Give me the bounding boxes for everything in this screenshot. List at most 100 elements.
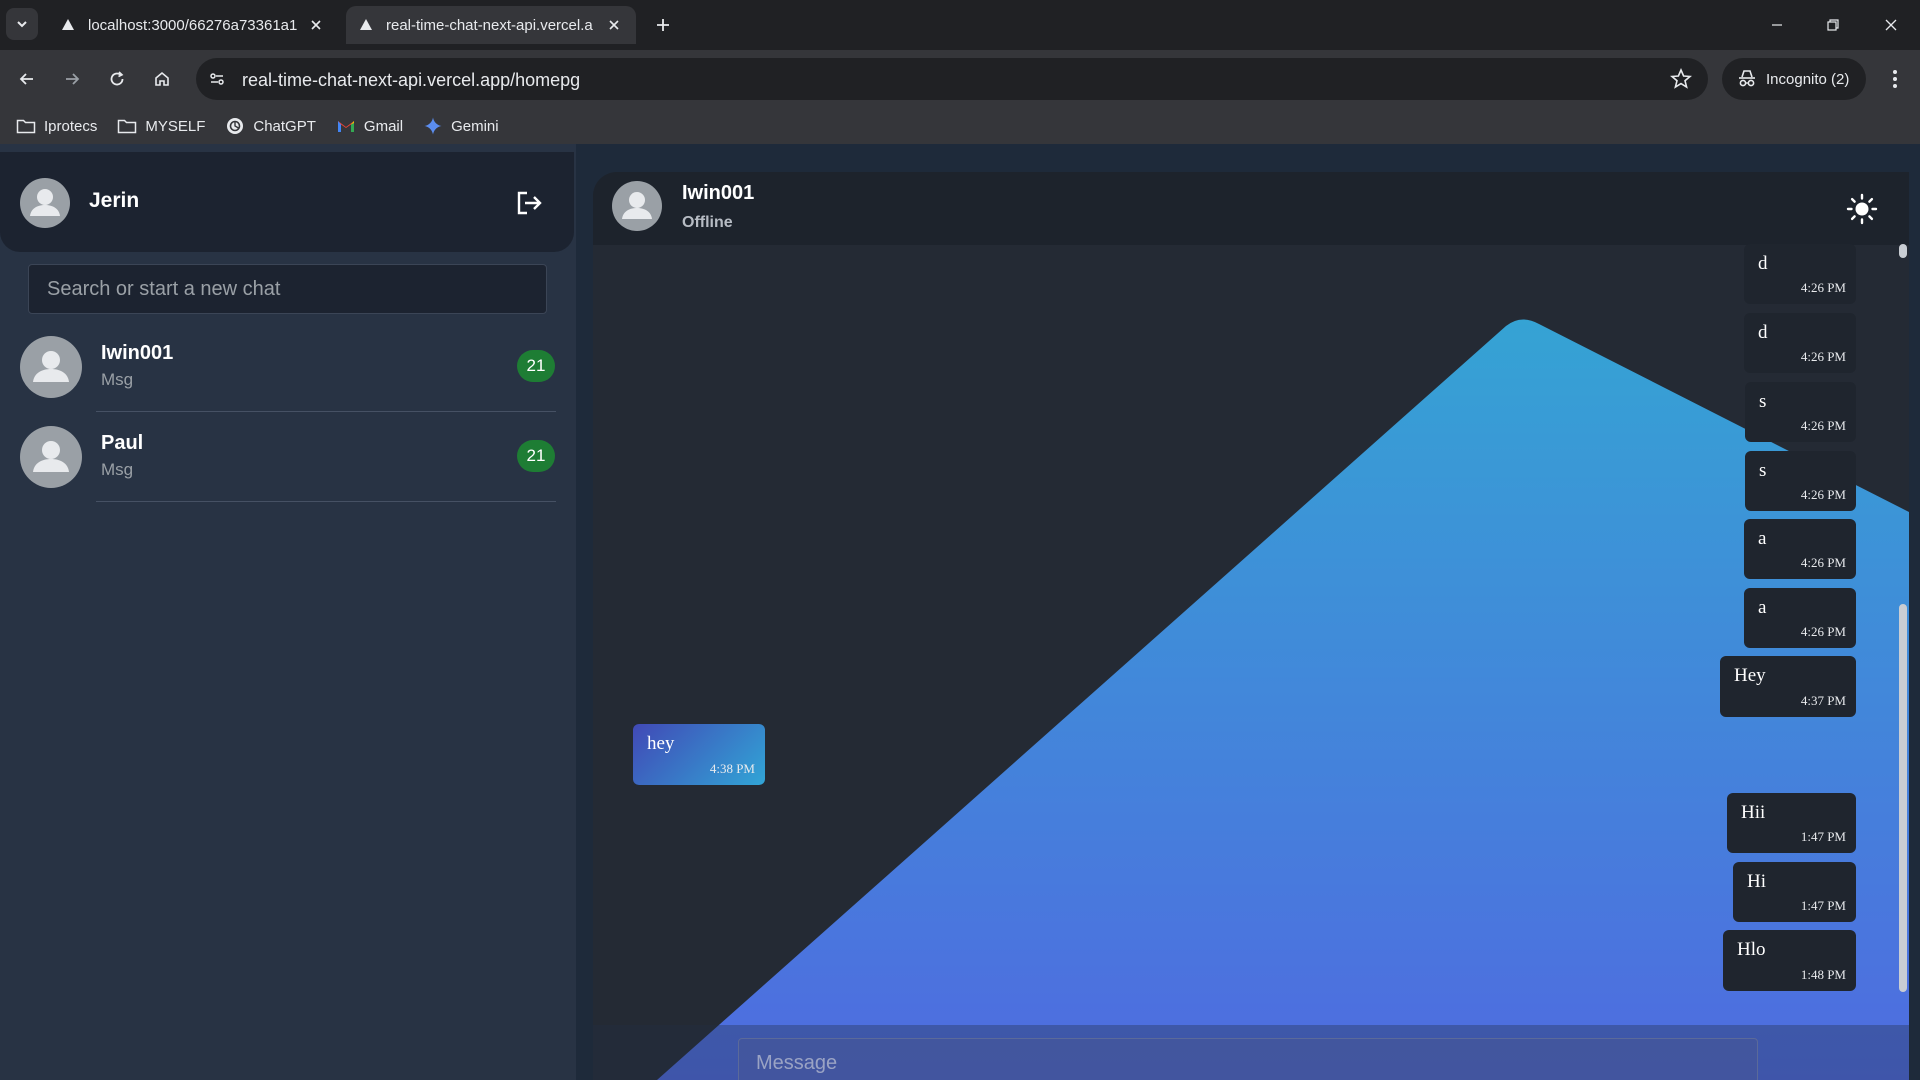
sidebar: Jerin Iwin001 Msg 21 Paul Msg 21 [0, 144, 576, 1080]
bookmark-myself[interactable]: MYSELF [117, 116, 205, 136]
peer-avatar[interactable] [612, 181, 662, 231]
message-time: 4:26 PM [1800, 624, 1846, 639]
tab-title: real-time-chat-next-api.vercel.a [386, 16, 593, 34]
tab-title: localhost:3000/66276a73361a1 [88, 16, 298, 34]
user-avatar[interactable] [20, 178, 70, 228]
message-text: Hi [1747, 871, 1766, 892]
tab-search-button[interactable] [6, 8, 38, 40]
contact-avatar [20, 426, 82, 488]
tab-close-icon[interactable] [306, 15, 326, 35]
home-icon [155, 71, 169, 86]
unread-badge: 21 [517, 350, 555, 382]
bookmarks-bar: Iprotecs MYSELF ChatGPT Gmail Gemini [0, 108, 1920, 144]
plus-icon [657, 19, 669, 31]
scrollbar-top[interactable] [1899, 244, 1907, 258]
message-bubble-incoming[interactable]: hey 4:38 PM [633, 724, 765, 785]
gmail-icon [336, 116, 356, 136]
message-bubble-outgoing[interactable]: d 4:26 PM [1744, 313, 1856, 373]
arrow-right-icon [66, 73, 80, 85]
gemini-icon [423, 116, 443, 136]
message-text: s [1759, 460, 1767, 481]
address-bar[interactable]: real-time-chat-next-api.vercel.app/homep… [196, 58, 1708, 100]
forward-button[interactable] [55, 62, 89, 96]
restore-button[interactable] [1810, 0, 1856, 50]
chevron-down-icon [17, 21, 27, 28]
bookmark-iprotecs[interactable]: Iprotecs [16, 116, 97, 136]
tab-strip: localhost:3000/66276a73361a1 real-time-c… [0, 0, 1920, 50]
logout-icon[interactable] [514, 188, 544, 218]
message-text: Hey [1734, 665, 1766, 686]
tab-close-icon[interactable] [604, 15, 624, 35]
message-composer [593, 1025, 1909, 1080]
message-time: 4:26 PM [1800, 418, 1846, 433]
message-input[interactable] [738, 1038, 1758, 1080]
bookmark-gemini[interactable]: Gemini [423, 116, 499, 136]
contact-last-message: Msg [101, 460, 134, 479]
message-bubble-outgoing[interactable]: Hii 1:47 PM [1727, 793, 1856, 853]
bookmark-label: Gemini [451, 117, 499, 135]
person-icon [33, 351, 69, 382]
message-text: d [1758, 322, 1768, 343]
message-text: d [1758, 253, 1768, 274]
message-bubble-outgoing[interactable]: Hlo 1:48 PM [1723, 930, 1856, 991]
url-text[interactable]: real-time-chat-next-api.vercel.app/homep… [242, 70, 580, 91]
browser-menu-button[interactable] [1880, 62, 1910, 96]
message-text: Hlo [1737, 939, 1766, 960]
browser-toolbar: real-time-chat-next-api.vercel.app/homep… [0, 50, 1920, 108]
message-bubble-outgoing[interactable]: a 4:26 PM [1744, 519, 1856, 579]
scrollbar-thumb[interactable] [1899, 604, 1907, 992]
contact-last-message: Msg [101, 370, 134, 389]
message-time: 1:48 PM [1800, 967, 1846, 982]
message-bubble-outgoing[interactable]: a 4:26 PM [1744, 588, 1856, 648]
bookmark-gmail[interactable]: Gmail [336, 116, 403, 136]
contact-item-paul[interactable]: Paul Msg 21 [0, 412, 576, 502]
message-text: s [1759, 391, 1767, 412]
site-info-icon[interactable] [206, 68, 228, 90]
message-time: 4:26 PM [1800, 555, 1846, 570]
chat-panel: Iwin001 Offline d 4:26 PM d 4:26 PM s 4:… [593, 172, 1909, 1080]
tab-localhost[interactable]: localhost:3000/66276a73361a1 [48, 6, 338, 44]
folder-icon [117, 116, 137, 136]
back-button[interactable] [10, 62, 44, 96]
contact-avatar [20, 336, 82, 398]
message-text: Hii [1741, 802, 1766, 823]
chat-header: Iwin001 Offline [593, 172, 1909, 245]
minimize-button[interactable] [1754, 0, 1800, 50]
more-vertical-icon [1893, 70, 1897, 88]
arrow-left-icon [19, 73, 33, 85]
chat-app: Jerin Iwin001 Msg 21 Paul Msg 21 [0, 144, 1920, 1080]
message-bubble-outgoing[interactable]: Hey 4:37 PM [1720, 656, 1856, 717]
bookmark-label: Gmail [363, 117, 404, 135]
message-bubble-outgoing[interactable]: s 4:26 PM [1745, 382, 1856, 442]
message-text: a [1758, 597, 1767, 618]
person-icon [33, 441, 69, 472]
current-user-name: Jerin [89, 189, 140, 212]
bookmark-label: MYSELF [145, 117, 206, 135]
incognito-icon [1739, 70, 1755, 87]
bookmark-star-icon[interactable] [1670, 68, 1692, 90]
contact-name: Paul [101, 432, 144, 454]
home-button[interactable] [145, 62, 179, 96]
reload-button[interactable] [100, 62, 134, 96]
message-time: 4:38 PM [709, 761, 755, 776]
bookmark-chatgpt[interactable]: ChatGPT [225, 116, 316, 136]
incognito-indicator[interactable]: Incognito (2) [1722, 58, 1866, 100]
message-time: 1:47 PM [1800, 898, 1846, 913]
sun-icon[interactable] [1845, 192, 1879, 226]
close-window-button[interactable] [1868, 0, 1914, 50]
tab-real-time-chat[interactable]: real-time-chat-next-api.vercel.a [346, 6, 636, 44]
chatgpt-icon [225, 116, 245, 136]
message-bubble-outgoing[interactable]: s 4:26 PM [1745, 451, 1856, 511]
message-bubble-outgoing[interactable]: d 4:26 PM [1744, 244, 1856, 304]
message-bubble-outgoing[interactable]: Hi 1:47 PM [1733, 862, 1856, 922]
close-icon [1885, 19, 1897, 31]
new-tab-button[interactable] [650, 12, 676, 38]
person-icon [622, 192, 652, 219]
message-text: hey [647, 733, 675, 754]
contact-name: Iwin001 [101, 342, 174, 364]
restore-icon [1827, 19, 1839, 31]
message-time: 1:47 PM [1800, 829, 1846, 844]
search-input[interactable] [28, 264, 547, 314]
message-time: 4:26 PM [1800, 349, 1846, 364]
contact-item-iwin001[interactable]: Iwin001 Msg 21 [0, 322, 576, 412]
